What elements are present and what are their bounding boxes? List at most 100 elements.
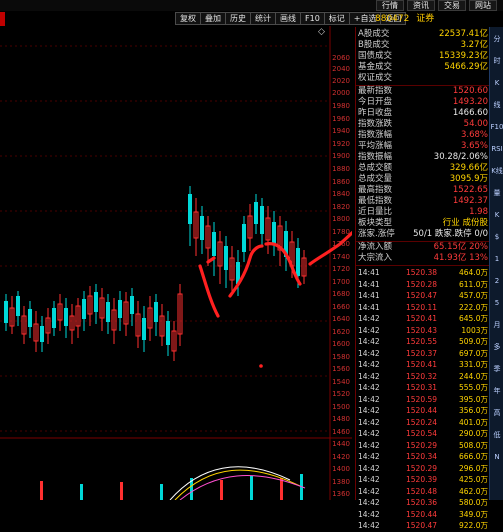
trade-row: 14:42 1520.43 1003万 [358, 325, 488, 335]
quote-panel: A股成交 22537.41亿 B股成交 3.27亿 国债成交 15339.23亿 基金… [355, 27, 490, 530]
stock-code: 880472 [375, 14, 410, 24]
sidebar-btn[interactable]: K线 [490, 163, 503, 179]
settings-icon[interactable]: ◇ [318, 27, 325, 37]
row-change: 指数涨跌 54.00 [358, 119, 488, 129]
trade-row: 14:41 1520.47 457.0万 [358, 291, 488, 300]
trade-row: 14:42 1520.48 462.0万 [358, 486, 488, 496]
y-tick: 1360 [332, 490, 350, 498]
y-tick: 1540 [332, 378, 350, 386]
sidebar-btn[interactable]: 年 [490, 383, 503, 399]
row-sector-type: 板块类型 行业 成份股 [358, 218, 488, 228]
trade-row: 14:41 1520.38 464.0万 [358, 268, 488, 277]
sidebar-btn[interactable]: 线 [490, 97, 503, 113]
y-tick: 1860 [332, 178, 350, 186]
y-tick: 1520 [332, 390, 350, 398]
sidebar-btn[interactable]: N [490, 449, 503, 465]
y-tick: 1740 [332, 253, 350, 261]
sidebar-btn[interactable]: K [490, 207, 503, 223]
candlestick-chart[interactable] [0, 26, 352, 500]
volume-bars [40, 474, 303, 500]
trade-row: 14:42 1520.44 349.0万 [358, 509, 488, 519]
y-tick: 1840 [332, 190, 350, 198]
tab-jy[interactable]: 交易 [438, 0, 466, 11]
y-tick: 1420 [332, 453, 350, 461]
trade-row: 14:41 1520.28 611.0万 [358, 279, 488, 289]
sidebar-btn[interactable]: 月 [490, 317, 503, 333]
toolbar-fuquan[interactable]: 复权 [175, 12, 200, 25]
row-fund: 基金成交 5466.29亿 [358, 62, 488, 72]
candles [4, 186, 307, 361]
y-tick: 2000 [332, 89, 350, 97]
row-net-inflow: 净流入额 65.15亿 20% [358, 242, 488, 252]
sidebar-btn[interactable]: $ [490, 229, 503, 245]
y-tick: 1560 [332, 365, 350, 373]
sidebar-btn[interactable]: 低 [490, 427, 503, 443]
stock-name: 证券 [416, 14, 435, 24]
trade-row: 14:42 1520.39 425.0万 [358, 475, 488, 484]
toolbar-huaxian[interactable]: 画线 [275, 12, 300, 25]
trade-row: 14:42 1520.54 290.0万 [358, 429, 488, 438]
trade-row: 14:42 1520.44 356.0万 [358, 406, 488, 415]
divider [356, 265, 490, 266]
row-block-inflow: 大宗流入 41.93亿 13% [358, 253, 488, 263]
trade-row: 14:42 1520.37 697.0万 [358, 348, 488, 358]
y-tick: 1500 [332, 403, 350, 411]
trade-row: 14:42 1520.29 508.0万 [358, 440, 488, 450]
tab-wz[interactable]: 网站 [469, 0, 497, 11]
y-tick: 1620 [332, 328, 350, 336]
y-tick: 1480 [332, 415, 350, 423]
sidebar-btn[interactable]: 2 [490, 273, 503, 289]
y-tick: 2060 [332, 54, 350, 62]
y-tick: 1820 [332, 203, 350, 211]
sidebar-btn[interactable]: 1 [490, 251, 503, 267]
row-bond: 国债成交 15339.23亿 [358, 51, 488, 61]
y-tick: 2020 [332, 77, 350, 85]
toolbar-biaoji[interactable]: 标记 [323, 12, 349, 25]
sidebar-btn[interactable]: 高 [490, 405, 503, 421]
trade-row: 14:42 1520.31 555.0万 [358, 383, 488, 392]
toolbar-lishi[interactable]: 历史 [225, 12, 250, 25]
sidebar-btn[interactable]: 时 [490, 53, 503, 69]
trade-row: 14:42 1520.34 666.0万 [358, 452, 488, 461]
y-tick: 1680 [332, 290, 350, 298]
y-tick: 1640 [332, 315, 350, 323]
y-tick: 1380 [332, 478, 350, 486]
right-sidebar: 分 时 K 线 F10 RSI K线 量 K $ 1 2 5 月 多 季 年 高… [489, 27, 503, 500]
row-turnover: 总成交额 329.66亿 [358, 163, 488, 173]
y-tick: 1720 [332, 265, 350, 273]
row-open: 今日开盘 1493.20 [358, 97, 488, 107]
row-vol-ratio: 近日量比 1.98 [358, 207, 488, 217]
sidebar-btn[interactable]: 季 [490, 361, 503, 377]
row-change-pct: 指数涨幅 3.68% [358, 130, 488, 140]
y-tick: 1400 [332, 465, 350, 473]
trade-row: 14:42 1520.47 922.0万 [358, 521, 488, 530]
trade-row: 14:42 1520.41 331.0万 [358, 360, 488, 369]
y-tick: 2040 [332, 65, 350, 73]
tab-hq[interactable]: 行情 [376, 0, 404, 11]
toolbar-f10[interactable]: F10 [300, 12, 324, 25]
y-tick: 1800 [332, 215, 350, 223]
toolbar-tongji[interactable]: 统计 [250, 12, 275, 25]
trade-row: 14:42 1520.41 645.0万 [358, 314, 488, 323]
row-prev-close: 昨日收盘 1466.60 [358, 108, 488, 118]
sidebar-btn[interactable]: 5 [490, 295, 503, 311]
toolbar-diejia[interactable]: 叠加 [200, 12, 225, 25]
row-warrant: 权证成交 [358, 73, 393, 83]
sidebar-btn[interactable]: 量 [490, 185, 503, 201]
y-tick: 1900 [332, 152, 350, 160]
y-tick: 1960 [332, 115, 350, 123]
top-tabs: 行情 资讯 交易 网站 [376, 0, 497, 11]
row-a-share: A股成交 22537.41亿 [358, 29, 488, 39]
row-amplitude: 指数振幅 30.28/2.06% [358, 152, 488, 162]
sidebar-btn[interactable]: 分 [490, 31, 503, 47]
y-tick: 1700 [332, 278, 350, 286]
sidebar-btn[interactable]: RSI [490, 141, 503, 157]
y-tick: 1920 [332, 140, 350, 148]
sidebar-btn[interactable]: 多 [490, 339, 503, 355]
y-tick: 1660 [332, 303, 350, 311]
trade-row: 14:42 1520.32 244.0万 [358, 371, 488, 381]
sidebar-btn[interactable]: K [490, 75, 503, 91]
sidebar-btn[interactable]: F10 [490, 119, 503, 135]
left-marker [0, 12, 5, 26]
tab-zx[interactable]: 资讯 [407, 0, 435, 11]
